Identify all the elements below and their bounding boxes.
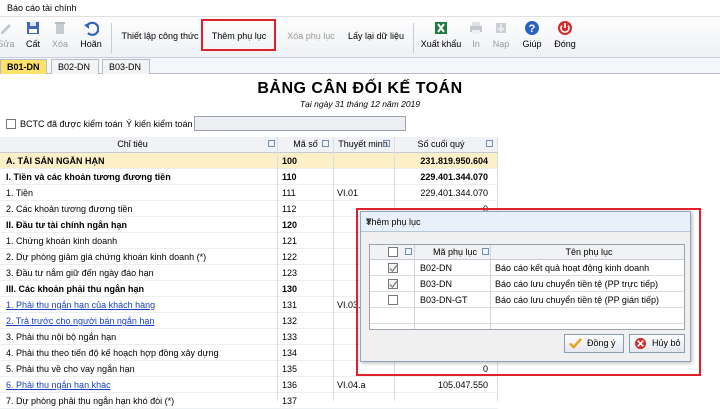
- report-date: Tại ngày 31 tháng 12 năm 2019: [299, 99, 421, 109]
- pin-icon[interactable]: [268, 140, 275, 147]
- col-header-chi-tieu: Chỉ tiêu: [117, 139, 148, 149]
- cell-chi-tieu: II. Đầu tư tài chính ngắn hạn: [6, 220, 128, 230]
- edit-button[interactable]: Sửa: [0, 20, 16, 56]
- toolbar-separator: [413, 23, 414, 53]
- load-button[interactable]: Nạp: [490, 20, 512, 56]
- edit-icon: [1, 24, 11, 34]
- table-row[interactable]: 1. Tiền 111 VI.01 229.401.344.070: [0, 185, 498, 201]
- delete-button[interactable]: Xóa: [48, 20, 72, 56]
- cell-ma-so: 110: [282, 172, 297, 182]
- toolbar-separator: [111, 23, 112, 53]
- print-button[interactable]: In: [468, 20, 484, 56]
- cell-so-cuoi-quy: 231.819.950.604: [420, 156, 488, 166]
- audited-checkbox[interactable]: [6, 118, 16, 129]
- excel-icon: [435, 22, 447, 34]
- save-icon: [27, 22, 39, 34]
- close-button[interactable]: Đóng: [552, 20, 578, 56]
- cell-ma-so: 123: [282, 268, 298, 278]
- svg-text:?: ?: [529, 23, 536, 35]
- cell-ma-so: 120: [282, 220, 298, 230]
- cell-ma-so: 100: [282, 156, 298, 166]
- table-row[interactable]: 7. Dự phòng phải thu ngắn hạn khó đòi (*…: [0, 393, 498, 409]
- cell-chi-tieu: 6. Phải thu ngắn hạn khác: [6, 380, 111, 390]
- undo-icon: [84, 21, 99, 36]
- title-bar: Báo cáo tài chính: [0, 0, 720, 17]
- cell-ma-so: 130: [282, 284, 298, 294]
- add-appendix-highlight: [201, 19, 276, 51]
- undo-button[interactable]: Hoãn: [78, 20, 104, 56]
- save-button[interactable]: Cất: [22, 20, 44, 56]
- cell-ma-so: 112: [282, 204, 297, 214]
- table-row[interactable]: 6. Phải thu ngắn hạn khác 136 VI.04.a 105.0…: [0, 377, 498, 393]
- cell-ma-so: 131: [282, 300, 298, 310]
- pin-icon[interactable]: [383, 140, 390, 147]
- cell-chi-tieu: 7. Dự phòng phải thu ngắn hạn khó đòi (*…: [6, 396, 175, 406]
- help-icon: ?: [525, 21, 539, 35]
- audit-row: BCTC đã được kiểm toán Ý kiến kiểm toán: [6, 116, 406, 132]
- help-button[interactable]: ? Giúp: [520, 20, 544, 56]
- table-row[interactable]: I. Tiền và các khoản tương đương tiền 110…: [0, 169, 498, 185]
- cell-ma-so: 132: [282, 316, 298, 326]
- cell-so-cuoi-quy: 105.047.550: [437, 380, 488, 390]
- cell-chi-tieu: 1. Chứng khoán kinh doanh: [6, 236, 118, 246]
- table-row[interactable]: A. TÀI SẢN NGẮN HẠN 100 231.819.950.604: [0, 153, 498, 169]
- audit-opinion-label: Ý kiến kiểm toán: [126, 119, 193, 129]
- cell-ma-so: 133: [282, 332, 298, 342]
- report-tabs: B01-DN B02-DN B03-DN: [0, 58, 720, 74]
- window-title: Báo cáo tài chính: [7, 3, 77, 13]
- power-icon: [558, 21, 572, 35]
- cell-ma-so: 135: [282, 364, 298, 374]
- cell-chi-tieu: 3. Phải thu nội bộ ngắn hạn: [6, 332, 117, 342]
- cell-chi-tieu: 4. Phải thu theo tiến độ kế hoạch hợp đồ…: [6, 348, 219, 358]
- cell-chi-tieu: A. TÀI SẢN NGẮN HẠN: [6, 156, 105, 166]
- tab-b02-dn[interactable]: B02-DN: [51, 59, 99, 74]
- toolbar: Sửa Cất Xóa Hoãn Thiết lập công thức Thê…: [0, 17, 720, 58]
- col-header-so-cuoi-quy: Số cuối quý: [417, 139, 465, 149]
- pin-icon[interactable]: [486, 140, 493, 147]
- dialog-highlight: [356, 208, 701, 376]
- pin-icon[interactable]: [322, 140, 329, 147]
- cell-ma-so: 122: [282, 252, 298, 262]
- cell-chi-tieu: 5. Phải thu về cho vay ngắn hạn: [6, 364, 135, 374]
- cell-ma-so: 136: [282, 380, 298, 390]
- cell-so-cuoi-quy: 229.401.344.070: [420, 188, 488, 198]
- cell-chi-tieu: 1. Phải thu ngắn hạn của khách hàng: [6, 300, 156, 310]
- cell-thuyet-minh: VI.04.a: [337, 380, 366, 390]
- cell-chi-tieu: 1. Tiền: [6, 188, 34, 198]
- cell-ma-so: 111: [282, 188, 296, 198]
- cell-ma-so: 121: [282, 236, 298, 246]
- export-button[interactable]: Xuất khẩu: [418, 20, 464, 56]
- delete-icon: [55, 22, 65, 34]
- print-icon: [470, 22, 482, 34]
- grid-header: Chỉ tiêu Mã số Thuyết minh Số cuối quý: [0, 137, 498, 153]
- audit-opinion-input[interactable]: [194, 116, 406, 131]
- cell-chi-tieu: 2. Dự phòng giảm giá chứng khoán kinh do…: [6, 252, 207, 262]
- cell-chi-tieu: III. Các khoản phải thu ngắn hạn: [6, 284, 145, 294]
- cell-so-cuoi-quy: 229.401.344.070: [420, 172, 488, 182]
- grid-divider: [277, 137, 278, 401]
- audited-label: BCTC đã được kiểm toán: [20, 119, 123, 129]
- cell-chi-tieu: 2. Trả trước cho người bán ngắn hạn: [6, 316, 155, 326]
- report-title: BẢNG CÂN ĐỐI KẾ TOÁN: [257, 80, 463, 97]
- cell-chi-tieu: I. Tiền và các khoản tương đương tiền: [6, 172, 171, 182]
- cell-ma-so: 134: [282, 348, 298, 358]
- grid-divider: [333, 137, 334, 401]
- cell-thuyet-minh: VI.01: [337, 188, 359, 198]
- cell-ma-so: 137: [282, 396, 298, 406]
- tab-b03-dn[interactable]: B03-DN: [102, 59, 150, 74]
- load-icon: [496, 23, 506, 33]
- cell-chi-tieu: 3. Đầu tư nắm giữ đến ngày đáo hạn: [6, 268, 154, 278]
- cell-chi-tieu: 2. Các khoản tương đương tiền: [6, 204, 133, 214]
- tab-b01-dn[interactable]: B01-DN: [0, 59, 47, 74]
